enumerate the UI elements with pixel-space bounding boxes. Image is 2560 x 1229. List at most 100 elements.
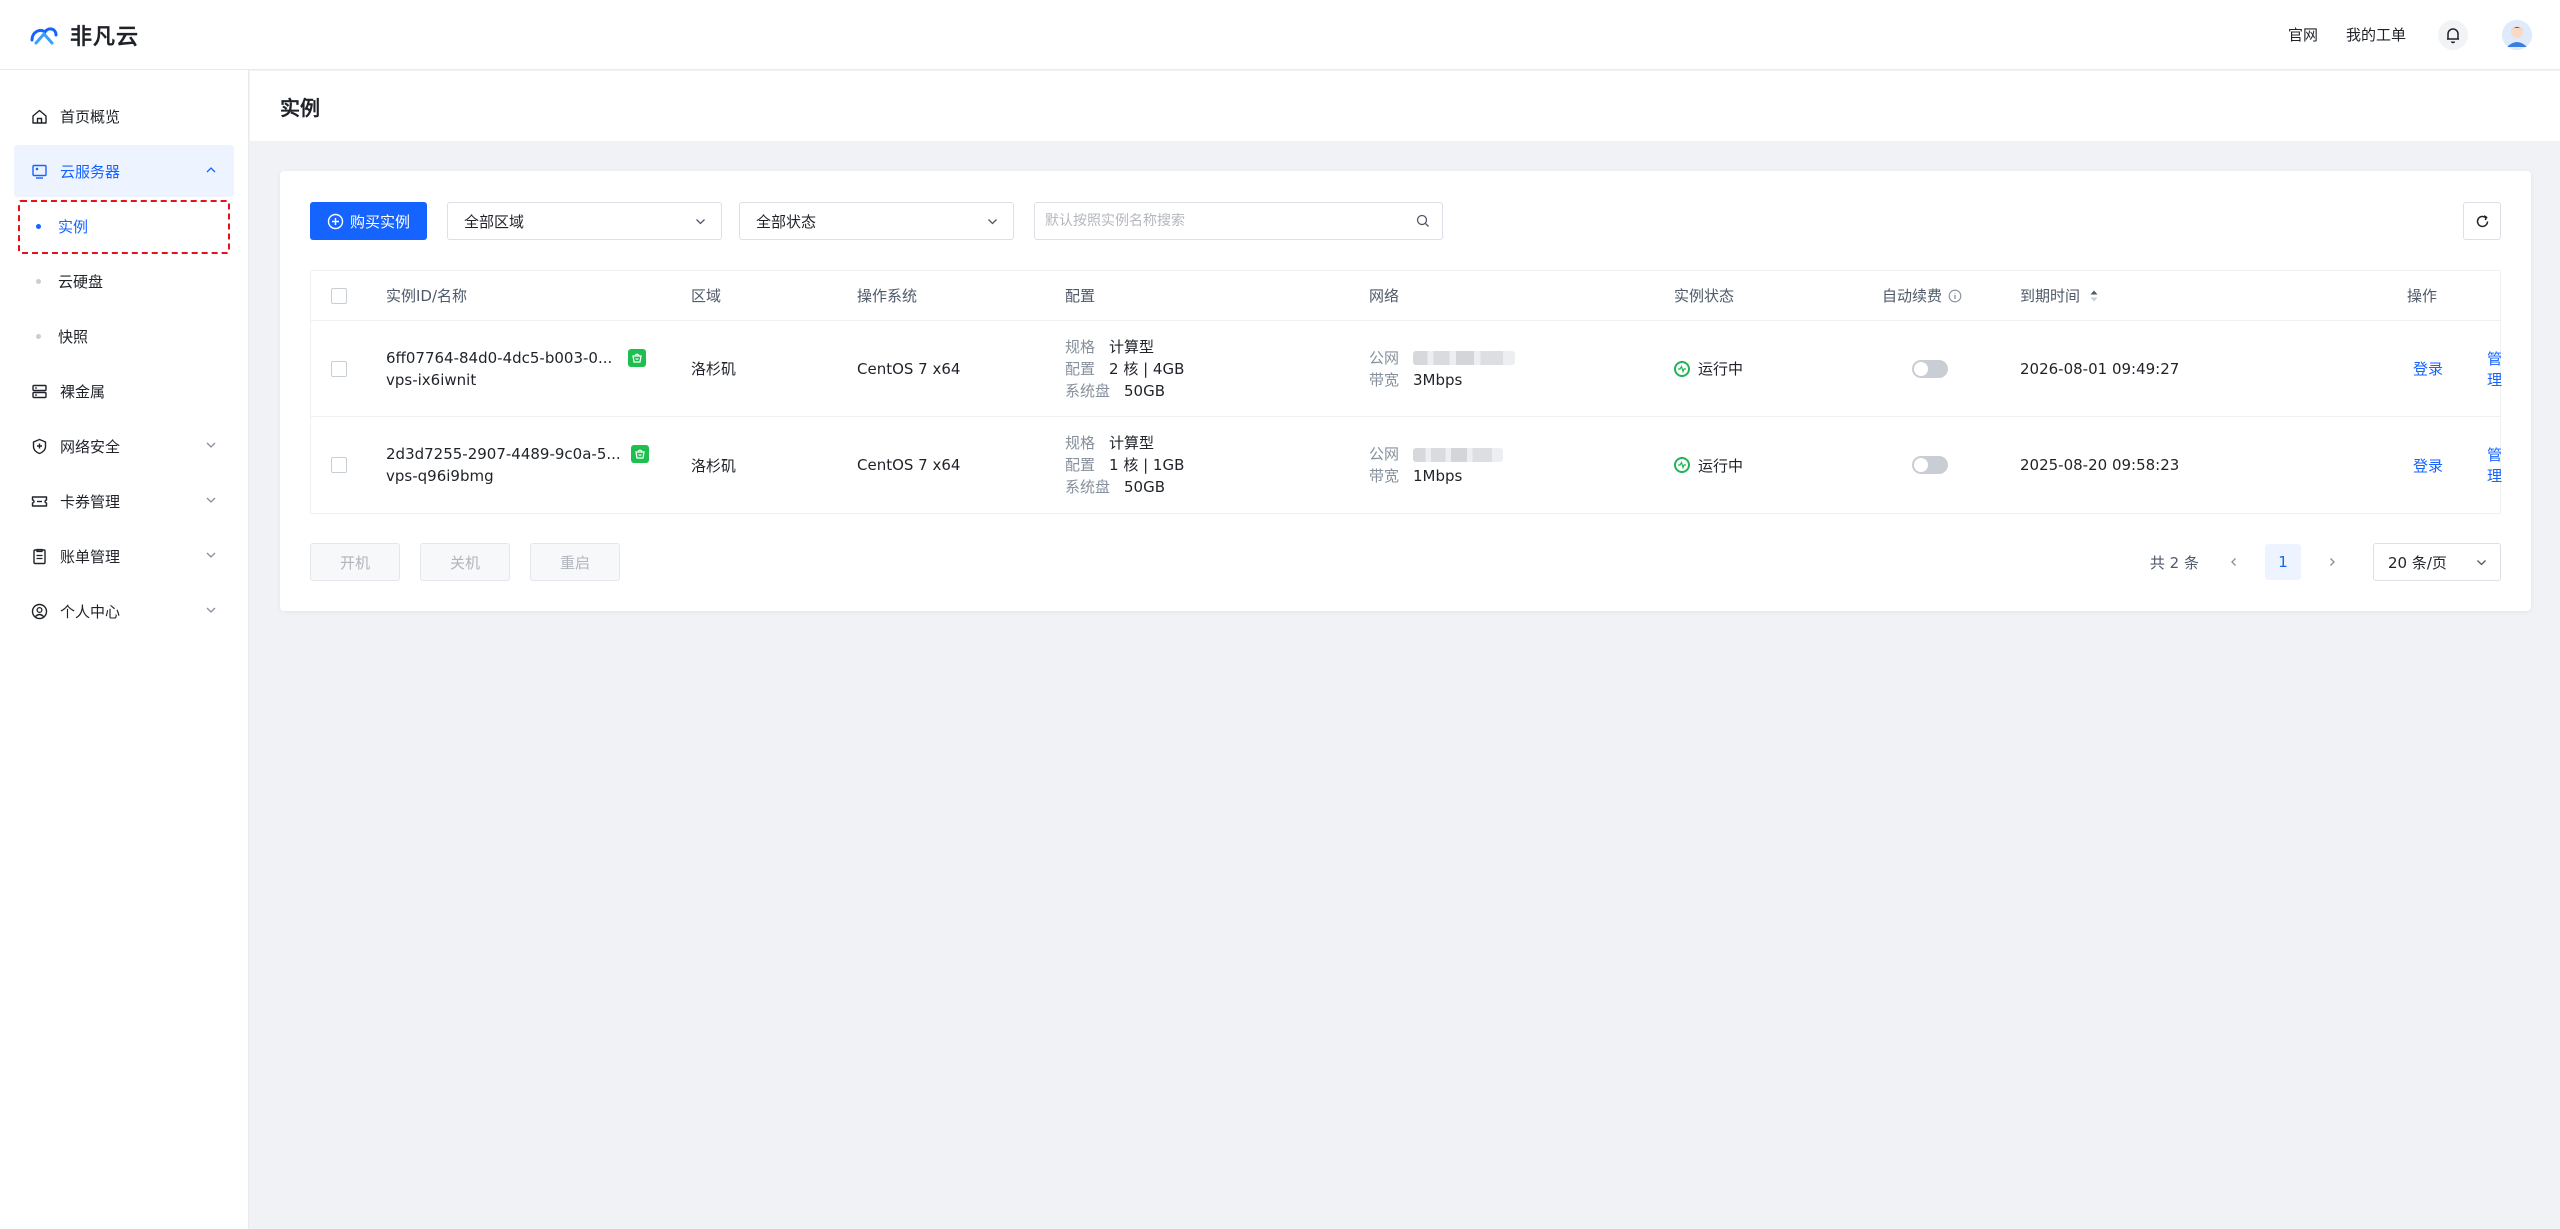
power-on-button[interactable]: 开机 <box>310 543 400 581</box>
info-icon[interactable] <box>1948 289 1962 303</box>
prev-page-button[interactable] <box>2223 551 2245 573</box>
sidebar-item-network-security[interactable]: 网络安全 <box>14 420 234 472</box>
public-ip-label: 公网 <box>1369 445 1400 463</box>
sidebar-item-billing[interactable]: 账单管理 <box>14 530 234 582</box>
manage-action[interactable]: 管理 <box>2487 417 2502 513</box>
power-off-button[interactable]: 关机 <box>420 543 510 581</box>
search-input[interactable] <box>1045 213 1432 229</box>
config-cell: 规格 计算型 配置 2 核 | 4GB 系统盘 50GB <box>1065 321 1184 416</box>
header-expire[interactable]: 到期时间 <box>2020 271 2100 320</box>
cloud-server-icon <box>30 162 48 180</box>
status-select[interactable]: 全部状态 <box>739 202 1014 240</box>
os-cell: CentOS 7 x64 <box>857 456 961 474</box>
shield-icon <box>30 437 48 455</box>
status-text: 运行中 <box>1698 456 1744 475</box>
header-network: 网络 <box>1369 287 1400 305</box>
bandwidth-label: 带宽 <box>1369 370 1400 389</box>
page-number[interactable]: 1 <box>2265 544 2301 580</box>
instance-name: vps-q96i9bmg <box>386 467 494 485</box>
bandwidth-value: 3Mbps <box>1413 370 1463 389</box>
sidebar-item-personal-center[interactable]: 个人中心 <box>14 585 234 637</box>
login-link[interactable]: 登录 <box>2413 455 2443 476</box>
refresh-button[interactable] <box>2463 202 2501 240</box>
restart-button[interactable]: 重启 <box>530 543 620 581</box>
manage-link[interactable]: 管理 <box>2487 444 2502 486</box>
table-row: 2d3d7255-2907-4489-9c0a-5... vps-q96i9bm… <box>311 417 2560 513</box>
row-checkbox[interactable] <box>331 457 347 473</box>
next-page-button[interactable] <box>2321 551 2343 573</box>
region-cell: 洛杉矶 <box>691 456 737 475</box>
status-select-value: 全部状态 <box>756 212 817 231</box>
chevron-down-icon <box>206 607 216 613</box>
region-select[interactable]: 全部区域 <box>447 202 722 240</box>
disk-value: 50GB <box>1124 478 1166 496</box>
chevron-left-icon <box>2231 558 2236 566</box>
row-checkbox[interactable] <box>331 360 347 377</box>
sidebar-item-label: 账单管理 <box>60 547 121 566</box>
config-value: 2 核 | 4GB <box>1109 359 1185 378</box>
header-instance-id: 实例ID/名称 <box>386 287 468 305</box>
avatar[interactable] <box>2502 19 2532 50</box>
sidebar-item-coupons[interactable]: 卡券管理 <box>14 475 234 527</box>
buy-instance-button[interactable]: 购买实例 <box>310 202 427 240</box>
chevron-down-icon <box>988 219 997 225</box>
page-header: 实例 <box>250 71 2560 141</box>
sidebar-item-overview[interactable]: 首页概览 <box>14 90 234 142</box>
chevron-down-icon <box>206 497 216 503</box>
official-site-link[interactable]: 官网 <box>2288 24 2318 45</box>
manage-link[interactable]: 管理 <box>2487 348 2502 390</box>
header-actions: 操作 <box>2407 287 2438 305</box>
header-region: 区域 <box>691 287 722 305</box>
pagination: 共 2 条 1 20 条/页 <box>2150 543 2501 581</box>
sidebar-item-label: 裸金属 <box>60 382 106 401</box>
sidebar-item-bare-metal[interactable]: 裸金属 <box>14 365 234 417</box>
sort-icon[interactable] <box>2088 288 2100 304</box>
login-action[interactable]: 登录 <box>2413 321 2443 416</box>
sidebar-item-label: 卡券管理 <box>60 492 121 511</box>
chevron-right-icon <box>2330 558 2335 566</box>
shop-badge-icon <box>630 445 649 463</box>
server-icon <box>30 382 48 400</box>
sidebar-item-label: 网络安全 <box>60 437 121 456</box>
chevron-up-icon <box>206 167 216 173</box>
sidebar-subitem-snapshot[interactable]: 快照 <box>14 310 234 362</box>
sidebar-subitem-label: 云硬盘 <box>58 272 104 291</box>
disk-label: 系统盘 <box>1065 381 1111 400</box>
network-cell: 公网 带宽 1Mbps <box>1369 417 1504 513</box>
auto-renew-toggle[interactable] <box>1912 359 1948 378</box>
page-size-select[interactable]: 20 条/页 <box>2373 543 2501 581</box>
auto-renew-toggle[interactable] <box>1912 456 1948 474</box>
instance-id[interactable]: 2d3d7255-2907-4489-9c0a-5... <box>386 443 621 465</box>
chevron-down-icon <box>696 219 705 225</box>
spec-label: 规格 <box>1065 434 1096 452</box>
sidebar-subitem-instances[interactable]: 实例 <box>14 200 234 254</box>
instances-card: 购买实例 全部区域 全部状态 实例ID/名称 区域 操作系统 配置 网络 实例状… <box>280 171 2560 611</box>
brand-logo-icon <box>30 26 58 44</box>
disk-label: 系统盘 <box>1065 478 1111 496</box>
manage-action[interactable]: 管理 <box>2487 321 2502 416</box>
bullet-dot <box>36 333 41 339</box>
select-all-checkbox[interactable] <box>331 287 347 304</box>
disk-value: 50GB <box>1124 381 1166 400</box>
chevron-down-icon <box>2477 560 2486 566</box>
instances-table: 实例ID/名称 区域 操作系统 配置 网络 实例状态 自动续费 到期时间 操作 <box>310 270 2560 514</box>
row-select-cell <box>331 417 347 513</box>
login-link[interactable]: 登录 <box>2413 358 2443 379</box>
config-cell: 规格 计算型 配置 1 核 | 1GB 系统盘 50GB <box>1065 417 1184 513</box>
running-status-icon <box>1674 457 1690 473</box>
os-cell: CentOS 7 x64 <box>857 359 961 378</box>
status-cell: 运行中 <box>1674 321 1743 416</box>
spec-label: 规格 <box>1065 337 1096 356</box>
my-tickets-link[interactable]: 我的工单 <box>2346 24 2406 45</box>
sidebar-item-cloud-server[interactable]: 云服务器 <box>14 145 234 197</box>
brand-name: 非凡云 <box>70 24 140 50</box>
bell-icon[interactable] <box>2438 19 2468 50</box>
total-count: 共 2 条 <box>2149 553 2199 572</box>
search-icon[interactable] <box>1416 214 1430 228</box>
top-right-actions: 官网 我的工单 <box>2260 19 2532 50</box>
instance-id[interactable]: 6ff07764-84d0-4dc5-b003-0... <box>386 347 612 369</box>
refresh-icon <box>2476 214 2488 227</box>
brand[interactable]: 非凡云 <box>28 19 139 51</box>
login-action[interactable]: 登录 <box>2413 417 2443 513</box>
sidebar-subitem-cloud-disk[interactable]: 云硬盘 <box>14 255 234 307</box>
